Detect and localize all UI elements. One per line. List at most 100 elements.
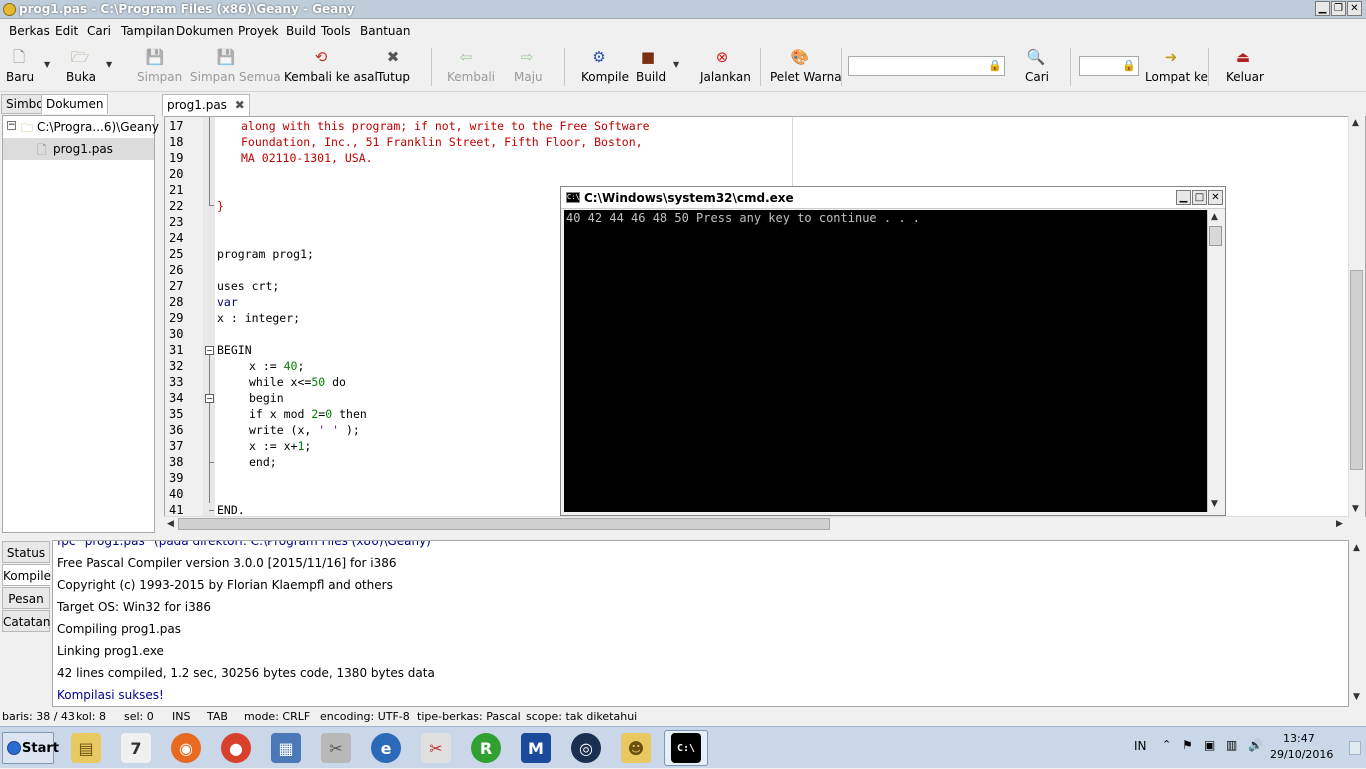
tab-dokumen[interactable]: Dokumen bbox=[41, 94, 109, 114]
minimize-icon[interactable]: ▁ bbox=[1315, 1, 1330, 16]
new-button[interactable]: 🗋 Baru bbox=[6, 46, 34, 84]
save-button[interactable]: 💾 Simpan bbox=[137, 46, 182, 84]
taskbar-7zip[interactable]: 7 bbox=[114, 730, 158, 766]
tree-file[interactable]: 🗋 prog1.pas bbox=[3, 138, 154, 160]
scroll-down-icon[interactable]: ▼ bbox=[1352, 504, 1359, 514]
close-tab-icon[interactable]: ✖ bbox=[235, 98, 245, 112]
taskbar-m[interactable]: M bbox=[514, 730, 558, 766]
fold-line-end bbox=[209, 510, 214, 511]
color-chooser-button[interactable]: 🎨 Pelet Warna bbox=[770, 46, 842, 84]
show-desktop-button[interactable] bbox=[1349, 741, 1361, 755]
status-encoding: encoding: UTF-8 bbox=[320, 710, 410, 723]
back-button[interactable]: ⇦ Kembali bbox=[447, 46, 495, 84]
geany-icon: ☻ bbox=[621, 733, 651, 763]
tab-pesan[interactable]: Pesan bbox=[2, 587, 50, 609]
taskbar-network[interactable]: ▦ bbox=[264, 730, 308, 766]
fold-toggle-icon[interactable]: − bbox=[205, 346, 214, 355]
collapse-icon[interactable]: − bbox=[7, 121, 16, 130]
quit-button[interactable]: ⏏ Keluar bbox=[1226, 46, 1264, 84]
menu-tampilan[interactable]: Tampilan bbox=[121, 24, 175, 38]
flag-icon[interactable]: ⚑ bbox=[1182, 738, 1193, 752]
menu-proyek[interactable]: Proyek bbox=[238, 24, 278, 38]
clear-line-icon[interactable]: 🔒 bbox=[1122, 59, 1136, 73]
compiler-output[interactable]: fpc "prog1.pas" (pada direktori: C:\Prog… bbox=[52, 540, 1349, 707]
search-button[interactable]: 🔍 Cari bbox=[1025, 46, 1049, 84]
cmd-scroll-thumb[interactable] bbox=[1209, 226, 1222, 246]
close-icon[interactable]: ✕ bbox=[1208, 190, 1223, 205]
run-button[interactable]: ⊗ Jalankan bbox=[700, 46, 751, 84]
menu-bantuan[interactable]: Bantuan bbox=[360, 24, 410, 38]
cmd-title-bar[interactable]: C:\ C:\Windows\system32\cmd.exe ▁ □ ✕ bbox=[561, 187, 1225, 209]
close-file-button[interactable]: ✖ Tutup bbox=[377, 46, 410, 84]
device-icon[interactable]: ▣ bbox=[1204, 738, 1215, 752]
menu-berkas[interactable]: Berkas bbox=[9, 24, 50, 38]
close-icon[interactable]: ✕ bbox=[1347, 1, 1362, 16]
language-indicator[interactable]: IN bbox=[1134, 739, 1147, 753]
taskbar-geany[interactable]: ☻ bbox=[614, 730, 658, 766]
start-button[interactable]: Start bbox=[2, 732, 59, 764]
show-hidden-icons-icon[interactable]: ⌃ bbox=[1162, 738, 1171, 751]
taskbar-tools[interactable]: ✂ bbox=[314, 730, 358, 766]
fold-toggle-icon[interactable]: − bbox=[205, 394, 214, 403]
save-all-button[interactable]: 💾 Simpan Semua bbox=[190, 46, 281, 84]
taskbar: Start ▤ 7 ◉ ● ▦ ✂ e ✂ R M ◎ ☻ C:\ IN ⌃ ⚑… bbox=[0, 726, 1366, 768]
cmd-scrollbar[interactable]: ▲ ▼ bbox=[1207, 210, 1223, 512]
taskbar-ie[interactable]: e bbox=[364, 730, 408, 766]
cmd-title: C:\Windows\system32\cmd.exe bbox=[584, 191, 794, 205]
cmd-console[interactable]: 40 42 44 46 48 50 Press any key to conti… bbox=[564, 210, 1207, 512]
save-icon: 💾 bbox=[145, 48, 165, 66]
editor-vertical-scroll-thumb[interactable] bbox=[1350, 270, 1363, 470]
volume-icon[interactable]: 🔊 bbox=[1248, 738, 1263, 752]
goto-line-input[interactable]: 🔒 bbox=[1079, 56, 1139, 76]
revert-button[interactable]: ⟲ Kembali ke asal bbox=[284, 46, 378, 84]
tab-status[interactable]: Status bbox=[2, 541, 50, 563]
status-filetype: tipe-berkas: Pascal bbox=[417, 710, 521, 723]
compile-button[interactable]: ⚙ Kompile bbox=[581, 46, 629, 84]
open-dropdown-arrow[interactable]: ▼ bbox=[106, 60, 112, 69]
taskbar-chrome[interactable]: ● bbox=[214, 730, 258, 766]
scroll-up-icon[interactable]: ▲ bbox=[1211, 212, 1218, 222]
menu-cari[interactable]: Cari bbox=[87, 24, 111, 38]
restore-icon[interactable]: ❐ bbox=[1331, 1, 1346, 16]
menu-tools[interactable]: Tools bbox=[321, 24, 351, 38]
search-input[interactable]: 🔒 bbox=[848, 56, 1005, 76]
taskbar-cmd[interactable]: C:\ bbox=[664, 730, 708, 766]
taskbar-r[interactable]: R bbox=[464, 730, 508, 766]
toolbar-separator bbox=[841, 48, 842, 86]
taskbar-firefox[interactable]: ◉ bbox=[164, 730, 208, 766]
menu-build[interactable]: Build bbox=[286, 24, 316, 38]
taskbar-scissors[interactable]: ✂ bbox=[414, 730, 458, 766]
line-number: 39 bbox=[169, 471, 184, 485]
clear-search-icon[interactable]: 🔒 bbox=[988, 59, 1002, 73]
message-scrollbar[interactable]: ▲ ▼ bbox=[1349, 540, 1366, 707]
taskbar-steam[interactable]: ◎ bbox=[564, 730, 608, 766]
editor-horizontal-scroll-thumb[interactable] bbox=[178, 518, 830, 530]
scroll-right-icon[interactable]: ▶ bbox=[1336, 519, 1343, 529]
menu-edit[interactable]: Edit bbox=[55, 24, 78, 38]
scroll-up-icon[interactable]: ▲ bbox=[1353, 543, 1360, 553]
menu-dokumen[interactable]: Dokumen bbox=[176, 24, 233, 38]
new-dropdown-arrow[interactable]: ▼ bbox=[44, 60, 50, 69]
open-button[interactable]: 🗁 Buka bbox=[66, 46, 96, 84]
network-tray-icon[interactable]: ▥ bbox=[1226, 738, 1237, 752]
scroll-down-icon[interactable]: ▼ bbox=[1353, 692, 1360, 702]
tab-prog1[interactable]: prog1.pas ✖ bbox=[162, 94, 250, 116]
build-dropdown-arrow[interactable]: ▼ bbox=[673, 60, 679, 69]
build-button[interactable]: ■ Build bbox=[636, 46, 666, 84]
tab-kompiler[interactable]: Kompiler bbox=[2, 564, 56, 586]
scroll-down-icon[interactable]: ▼ bbox=[1211, 499, 1218, 509]
scroll-up-icon[interactable]: ▲ bbox=[1352, 118, 1359, 128]
cmd-window[interactable]: C:\ C:\Windows\system32\cmd.exe ▁ □ ✕ 40… bbox=[560, 186, 1226, 516]
maximize-icon[interactable]: □ bbox=[1192, 190, 1207, 205]
taskbar-explorer[interactable]: ▤ bbox=[64, 730, 108, 766]
tree-folder[interactable]: − 🗀 C:\Progra...6)\Geany bbox=[3, 116, 159, 138]
clock-date[interactable]: 29/10/2016 bbox=[1270, 748, 1333, 761]
clock-time[interactable]: 13:47 bbox=[1283, 732, 1315, 745]
scroll-left-icon[interactable]: ◀ bbox=[167, 519, 174, 529]
forward-button[interactable]: ⇨ Maju bbox=[514, 46, 543, 84]
goto-line-button[interactable]: ➜ Lompat ke bbox=[1145, 46, 1208, 84]
minimize-icon[interactable]: ▁ bbox=[1176, 190, 1191, 205]
code-line: uses crt; bbox=[217, 279, 280, 293]
status-indent: TAB bbox=[207, 710, 228, 723]
tab-catatan[interactable]: Catatan bbox=[2, 610, 50, 632]
